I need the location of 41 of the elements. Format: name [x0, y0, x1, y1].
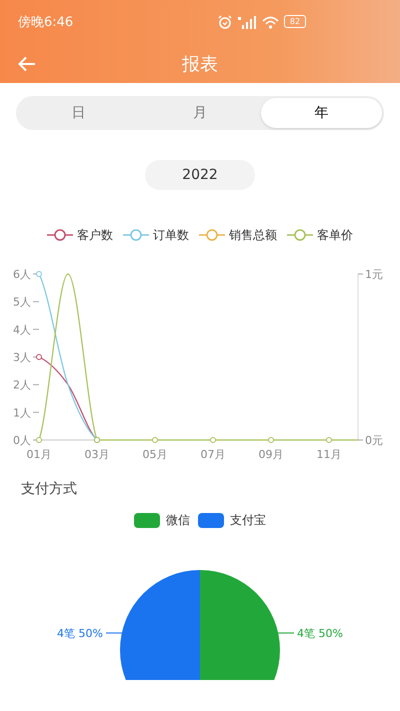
x-axis-label: 01月: [26, 448, 52, 461]
y-axis-label: 2人: [13, 378, 31, 392]
y-axis-label: 0元: [365, 434, 383, 447]
legend-marker-icon: [47, 229, 73, 241]
back-arrow-icon[interactable]: [18, 56, 36, 72]
slice-label: 4笔 50%: [57, 627, 103, 640]
y-axis-label: 1人: [13, 406, 31, 420]
legend-label: 支付宝: [230, 512, 266, 529]
year-picker[interactable]: 2022: [145, 160, 255, 190]
battery-icon: 82: [284, 15, 306, 28]
legend-marker-icon: [123, 229, 149, 241]
alarm-icon: [218, 15, 232, 29]
legend-marker-icon: [287, 229, 313, 241]
period-tab[interactable]: 年: [260, 98, 382, 128]
legend-label: 销售总额: [229, 227, 277, 244]
y-axis-label: 0人: [13, 434, 31, 447]
y-axis-label: 5人: [13, 296, 31, 309]
legend-label: 订单数: [153, 227, 189, 244]
y-axis-label: 6人: [13, 268, 31, 281]
y-axis-label: 1元: [365, 268, 383, 281]
legend-label: 微信: [166, 512, 190, 529]
status-time: 傍晚6:46: [18, 14, 74, 32]
legend-label: 客户数: [77, 227, 113, 244]
slice-label: 4笔 50%: [297, 627, 343, 640]
legend-label: 客单价: [317, 227, 353, 244]
x-axis-label: 09月: [258, 448, 284, 461]
x-axis-label: 05月: [142, 448, 168, 461]
section-title: 支付方式: [21, 480, 78, 499]
y-axis-label: 4人: [13, 323, 31, 336]
leader-line: [106, 632, 122, 634]
leader-line: [278, 632, 294, 634]
x-axis-label: 03月: [84, 448, 110, 461]
signal-icon: [238, 16, 256, 28]
period-tab[interactable]: 日: [18, 98, 140, 128]
wifi-icon: [262, 16, 279, 28]
legend-marker-icon: [199, 229, 225, 241]
x-axis-label: 07月: [200, 448, 226, 461]
period-tab[interactable]: 月: [139, 98, 261, 128]
x-axis-label: 11月: [316, 448, 342, 461]
y-axis-label: 3人: [13, 351, 31, 364]
page-title: 报表: [182, 52, 218, 76]
